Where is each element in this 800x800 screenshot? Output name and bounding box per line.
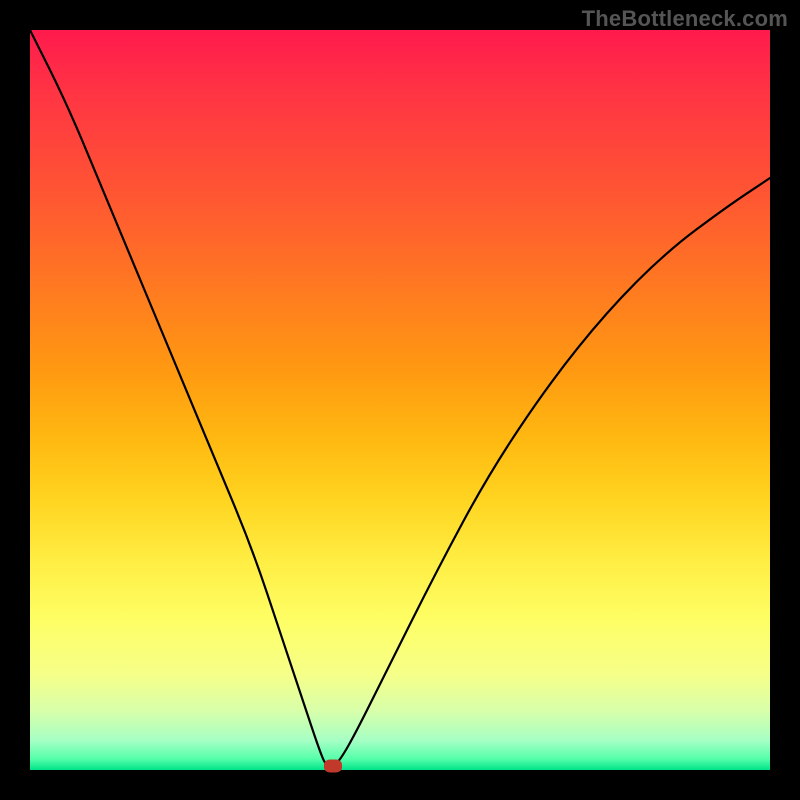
watermark-text: TheBottleneck.com: [582, 6, 788, 32]
chart-frame: TheBottleneck.com: [0, 0, 800, 800]
curve-path: [30, 30, 770, 766]
optimal-point-marker: [324, 760, 342, 773]
plot-area: [30, 30, 770, 770]
bottleneck-curve: [30, 30, 770, 770]
